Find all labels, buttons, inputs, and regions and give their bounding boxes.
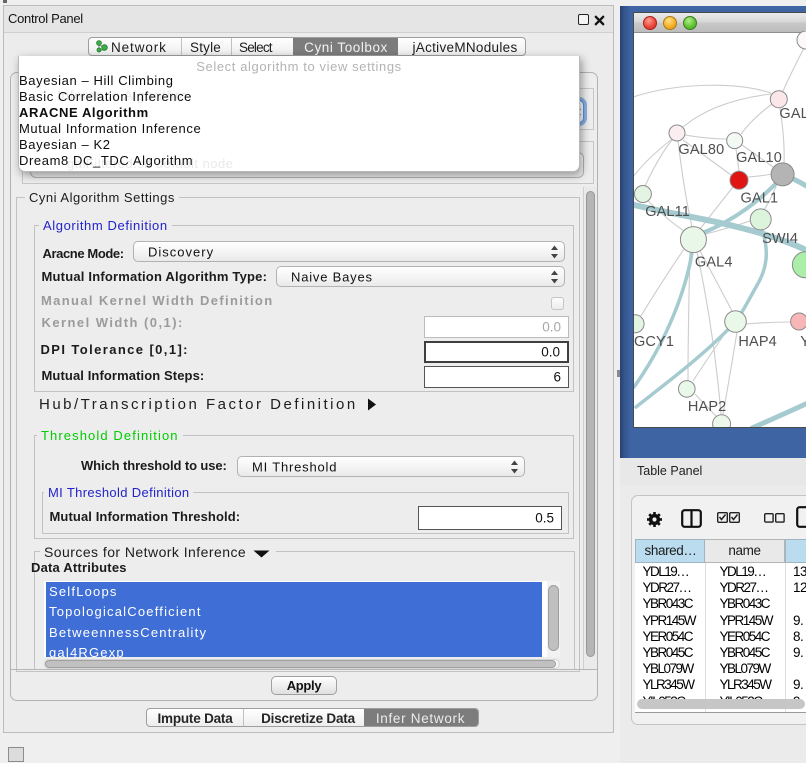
svg-text:GAL80: GAL80: [678, 142, 724, 158]
svg-text:GAL4: GAL4: [695, 255, 733, 271]
svg-text:GAL1: GAL1: [741, 191, 779, 207]
svg-text:GCY1: GCY1: [634, 334, 674, 350]
svg-text:GAL10: GAL10: [736, 150, 782, 166]
svg-text:HAP4: HAP4: [738, 334, 776, 350]
svg-text:Y: Y: [800, 334, 806, 350]
svg-text:SWI4: SWI4: [762, 231, 798, 247]
svg-text:GAL11: GAL11: [645, 204, 690, 220]
svg-text:GAL7: GAL7: [779, 106, 806, 122]
svg-text:HAP2: HAP2: [688, 399, 726, 415]
